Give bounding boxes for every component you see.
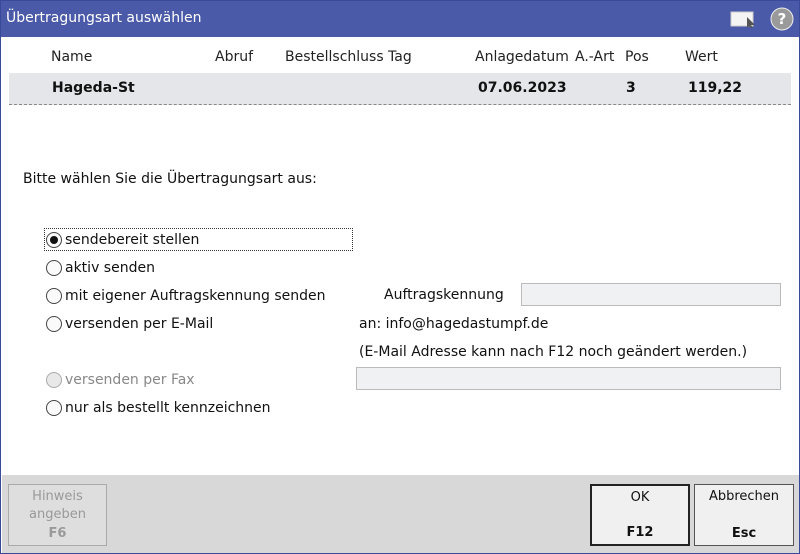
radio-email[interactable] (46, 316, 62, 332)
cancel-button[interactable]: Abbrechen Esc (694, 484, 794, 546)
option-label: versenden per Fax (65, 372, 195, 388)
option-fax: versenden per Fax (46, 369, 195, 391)
column-header-pos: Pos (625, 49, 649, 65)
radio-auftragskennung[interactable] (46, 288, 62, 304)
fax-field (356, 367, 781, 390)
prompt-text: Bitte wählen Sie die Übertragungsart aus… (23, 171, 317, 187)
hinweis-label-1: Hinweis (32, 489, 83, 504)
hinweis-button: Hinweis angeben F6 (8, 484, 107, 546)
radio-fax (46, 372, 62, 388)
svg-text:?: ? (778, 10, 787, 28)
column-header-bestellschluss: Bestellschluss Tag (285, 49, 412, 65)
hinweis-key: F6 (48, 526, 67, 541)
dialog-window: Übertragungsart auswählen ? Name Abruf B… (0, 0, 800, 554)
row-wert: 119,22 (688, 80, 743, 96)
ok-label: OK (630, 490, 650, 505)
auftragskennung-label: Auftragskennung (384, 287, 504, 303)
option-sendebereit[interactable]: sendebereit stellen (46, 229, 199, 251)
row-name: Hageda-St (52, 80, 135, 96)
column-header-name: Name (51, 49, 93, 65)
column-header-abruf: Abruf (215, 49, 254, 65)
radio-sendebereit[interactable] (46, 232, 62, 248)
cancel-key: Esc (731, 526, 757, 541)
radio-aktiv-senden[interactable] (46, 260, 62, 276)
option-label: versenden per E-Mail (65, 316, 214, 332)
radio-nur-bestellt[interactable] (46, 400, 62, 416)
column-header-anlagedatum: Anlagedatum (475, 49, 569, 65)
dialog-title: Übertragungsart auswählen (6, 10, 202, 26)
email-address: an: info@hagedastumpf.de (359, 316, 549, 332)
ok-button[interactable]: OK F12 (590, 484, 690, 546)
auftragskennung-field[interactable] (521, 283, 781, 306)
column-header-a-art: A.-Art (575, 49, 615, 65)
option-label: nur als bestellt kennzeichnen (65, 400, 271, 416)
column-header-wert: Wert (685, 49, 718, 65)
email-note: (E-Mail Adresse kann nach F12 noch geänd… (359, 344, 748, 360)
window-icon[interactable] (730, 9, 758, 29)
option-auftragskennung[interactable]: mit eigener Auftragskennung senden (46, 285, 326, 307)
option-aktiv-senden[interactable]: aktiv senden (46, 257, 155, 279)
option-nur-bestellt[interactable]: nur als bestellt kennzeichnen (46, 397, 271, 419)
row-pos: 3 (626, 80, 636, 96)
hinweis-label-2: angeben (29, 507, 86, 522)
option-label: aktiv senden (65, 260, 155, 276)
help-icon[interactable]: ? (770, 7, 794, 31)
option-label: mit eigener Auftragskennung senden (65, 288, 326, 304)
ok-key: F12 (626, 525, 654, 540)
title-bar: Übertragungsart auswählen ? (1, 1, 799, 37)
cancel-label: Abbrechen (708, 489, 780, 504)
option-label: sendebereit stellen (65, 232, 200, 248)
row-anlagedatum: 07.06.2023 (478, 80, 567, 96)
option-email[interactable]: versenden per E-Mail (46, 313, 213, 335)
